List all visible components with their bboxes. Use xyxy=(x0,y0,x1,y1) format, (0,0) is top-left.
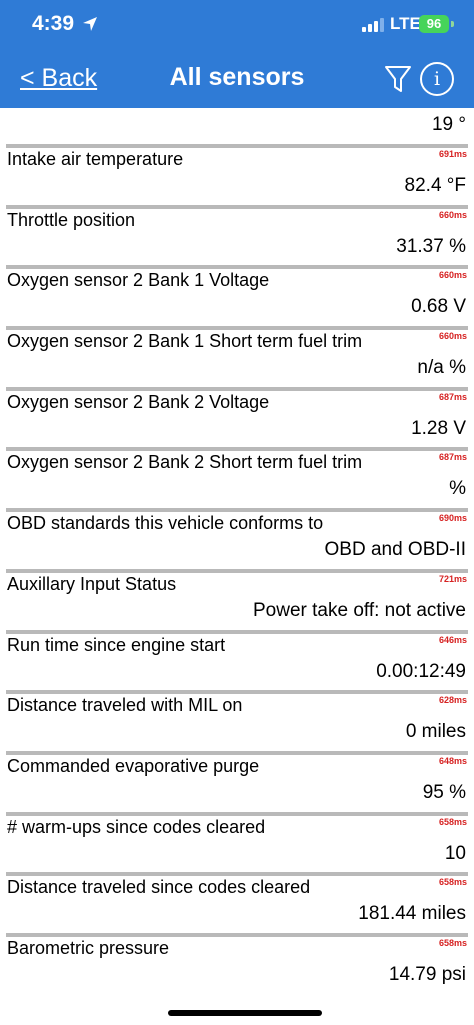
sensor-label: Oxygen sensor 2 Bank 2 Short term fuel t… xyxy=(7,452,363,473)
sensor-value: OBD and OBD-II xyxy=(324,539,467,561)
row-divider xyxy=(6,568,468,573)
row-divider xyxy=(6,386,468,391)
sensor-row: Distance traveled with MIL on 628ms 0 mile… xyxy=(0,690,474,751)
sensor-list: 19 ° Intake air temperature 691ms 82.4 °F T… xyxy=(0,108,474,994)
network-type: LTE xyxy=(390,14,421,33)
sensor-row: Run time since engine start 646ms 0.00:12:… xyxy=(0,629,474,691)
signal-bars-icon xyxy=(362,18,384,32)
battery-tip xyxy=(451,21,454,27)
response-time: 691ms xyxy=(438,149,467,159)
response-time: 721ms xyxy=(438,573,467,584)
sensor-row: Oxygen sensor 2 Bank 2 Short term fuel t… xyxy=(0,447,474,508)
sensor-label: Throttle position xyxy=(7,209,136,230)
response-time: 658ms xyxy=(438,937,467,948)
sensor-label: Intake air temperature xyxy=(7,149,184,169)
response-time: 660ms xyxy=(438,209,467,220)
sensor-label: OBD standards this vehicle conforms to xyxy=(7,513,324,534)
row-divider xyxy=(6,326,468,331)
navigation-bar: < Back All sensors i xyxy=(0,52,474,108)
sensor-label: Oxygen sensor 2 Bank 1 Short term fuel t… xyxy=(7,331,363,352)
row-divider xyxy=(6,750,468,755)
response-time: 690ms xyxy=(438,513,467,524)
sensor-label: Run time since engine start xyxy=(7,634,226,655)
sensor-value: 95 % xyxy=(422,781,466,803)
response-time: 660ms xyxy=(438,331,467,342)
response-time: 628ms xyxy=(438,695,467,706)
location-arrow-icon xyxy=(83,17,97,31)
row-divider xyxy=(6,447,468,452)
sensor-value: 31.37 % xyxy=(396,235,466,257)
sensor-row: # warm-ups since codes cleared 658ms 10 xyxy=(0,811,474,873)
sensor-label: Commanded evaporative purge xyxy=(7,755,260,776)
sensor-value: 14.79 psi xyxy=(388,963,466,985)
sensor-label: Barometric pressure xyxy=(7,937,170,958)
row-divider xyxy=(6,204,468,209)
sensor-row: Auxillary Input Status 721ms Power take of… xyxy=(0,568,474,630)
battery-indicator: 96 xyxy=(419,15,449,33)
sensor-row: Throttle position 660ms 31.37 % xyxy=(0,204,474,266)
sensor-row: Distance traveled since codes cleared 658… xyxy=(0,872,474,933)
sensor-value: 0.68 V xyxy=(411,296,466,318)
sensor-row: Intake air temperature 691ms 82.4 °F xyxy=(0,144,474,205)
status-bar: 4:39 LTE 96 xyxy=(0,0,474,52)
sensor-value: 0.00:12:49 xyxy=(376,660,466,682)
sensor-label: Oxygen sensor 2 Bank 2 Voltage xyxy=(7,391,270,412)
row-divider xyxy=(6,690,468,695)
sensor-value: 82.4 °F xyxy=(404,175,466,196)
row-divider xyxy=(6,508,468,513)
sensor-value: 10 xyxy=(444,842,466,864)
app-header: 4:39 LTE 96 < Back All sensors i xyxy=(0,0,474,108)
sensor-label: Distance traveled with MIL on xyxy=(7,695,243,716)
sensor-row: Oxygen sensor 2 Bank 1 Voltage 660ms 0.68 … xyxy=(0,265,474,326)
sensor-row: OBD standards this vehicle conforms to 69… xyxy=(0,508,474,569)
sensor-value: Power take off: not active xyxy=(253,599,466,621)
sensor-row: Barometric pressure 658ms 14.79 psi xyxy=(0,932,474,994)
sensor-value: n/a % xyxy=(417,357,466,379)
sensor-row: Oxygen sensor 2 Bank 2 Voltage 687ms 1.28 … xyxy=(0,386,474,448)
list-item-partial: 19 ° xyxy=(0,108,474,144)
row-divider xyxy=(6,932,468,937)
sensor-value: 19 ° xyxy=(431,114,466,135)
sensor-value: 0 miles xyxy=(405,721,466,743)
sensor-value: % xyxy=(449,478,466,500)
response-time: 660ms xyxy=(438,270,467,281)
response-time: 658ms xyxy=(438,877,467,888)
status-time: 4:39 xyxy=(32,12,75,35)
home-indicator xyxy=(168,1010,322,1016)
row-divider xyxy=(6,629,468,634)
sensor-label: Distance traveled since codes cleared xyxy=(7,877,311,898)
response-time: 687ms xyxy=(438,391,467,402)
filter-icon[interactable] xyxy=(384,64,412,94)
response-time: 687ms xyxy=(438,452,467,463)
sensor-value: 181.44 miles xyxy=(358,903,466,925)
sensor-row: Commanded evaporative purge 648ms 95 % xyxy=(0,750,474,812)
sensor-label: Oxygen sensor 2 Bank 1 Voltage xyxy=(7,270,270,291)
row-divider xyxy=(6,265,468,270)
sensor-value: 1.28 V xyxy=(411,417,466,439)
sensor-label: Auxillary Input Status xyxy=(7,573,177,594)
sensor-row: Oxygen sensor 2 Bank 1 Short term fuel t… xyxy=(0,326,474,387)
row-divider xyxy=(6,144,468,148)
sensor-label: # warm-ups since codes cleared xyxy=(7,816,266,837)
info-icon[interactable]: i xyxy=(420,62,454,96)
response-time: 658ms xyxy=(438,816,467,827)
response-time: 648ms xyxy=(438,755,467,766)
row-divider xyxy=(6,811,468,816)
row-divider xyxy=(6,872,468,877)
response-time: 646ms xyxy=(438,634,467,645)
